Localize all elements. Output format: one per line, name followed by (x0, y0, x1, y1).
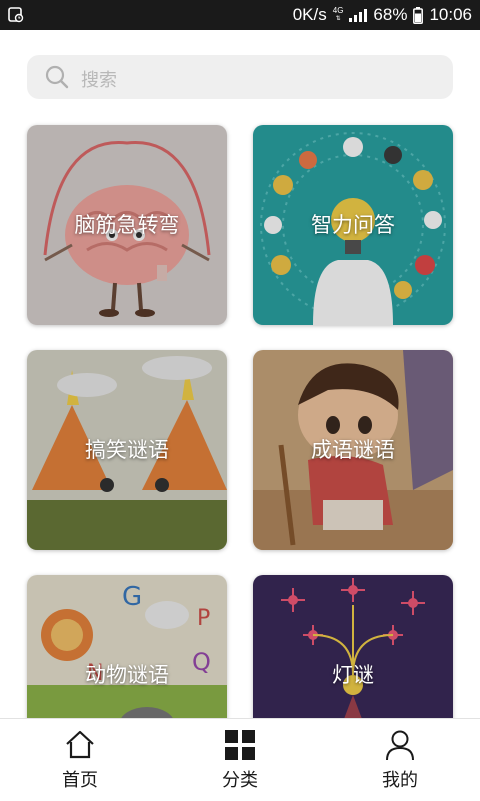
signal-icon (349, 8, 368, 22)
category-label: 脑筋急转弯 (74, 213, 180, 237)
clock: 10:06 (429, 5, 472, 24)
status-bar: 0K/s 4G ⇅ 68% 10:06 (0, 0, 480, 30)
network-speed: 0K/s (292, 5, 327, 24)
tab-profile[interactable]: 我的 (340, 719, 460, 801)
tab-home-label: 首页 (62, 770, 98, 791)
network-type-label: 4G (332, 6, 344, 15)
search-placeholder: 搜索 (81, 70, 117, 91)
notification-icon (8, 7, 24, 23)
user-icon (386, 730, 414, 761)
search-icon (45, 65, 69, 89)
grid-icon (225, 730, 255, 760)
tab-categories[interactable]: 分类 (180, 719, 300, 801)
tab-categories-label: 分类 (222, 770, 258, 791)
home-icon (66, 730, 94, 759)
tab-profile-label: 我的 (382, 770, 418, 791)
category-label: 智力问答 (311, 213, 395, 237)
category-label: 搞笑谜语 (85, 438, 169, 462)
category-card-quiz[interactable]: 智力问答 (253, 125, 453, 325)
category-label: 成语谜语 (311, 438, 395, 462)
category-card-brain-teaser[interactable]: 脑筋急转弯 (27, 125, 227, 325)
search-input[interactable]: 搜索 (27, 55, 453, 99)
category-card-idiom-riddles[interactable]: 成语谜语 (253, 350, 453, 550)
category-card-funny-riddles[interactable]: 搞笑谜语 (27, 350, 227, 550)
category-label: 动物谜语 (85, 663, 169, 687)
bottom-tab-bar: 首页 分类 我的 (0, 718, 480, 801)
network-type: 4G ⇅ (332, 6, 344, 23)
battery-icon (413, 6, 424, 24)
category-label: 灯谜 (332, 663, 374, 687)
battery-level: 68% (373, 5, 408, 24)
tab-home[interactable]: 首页 (20, 719, 140, 801)
